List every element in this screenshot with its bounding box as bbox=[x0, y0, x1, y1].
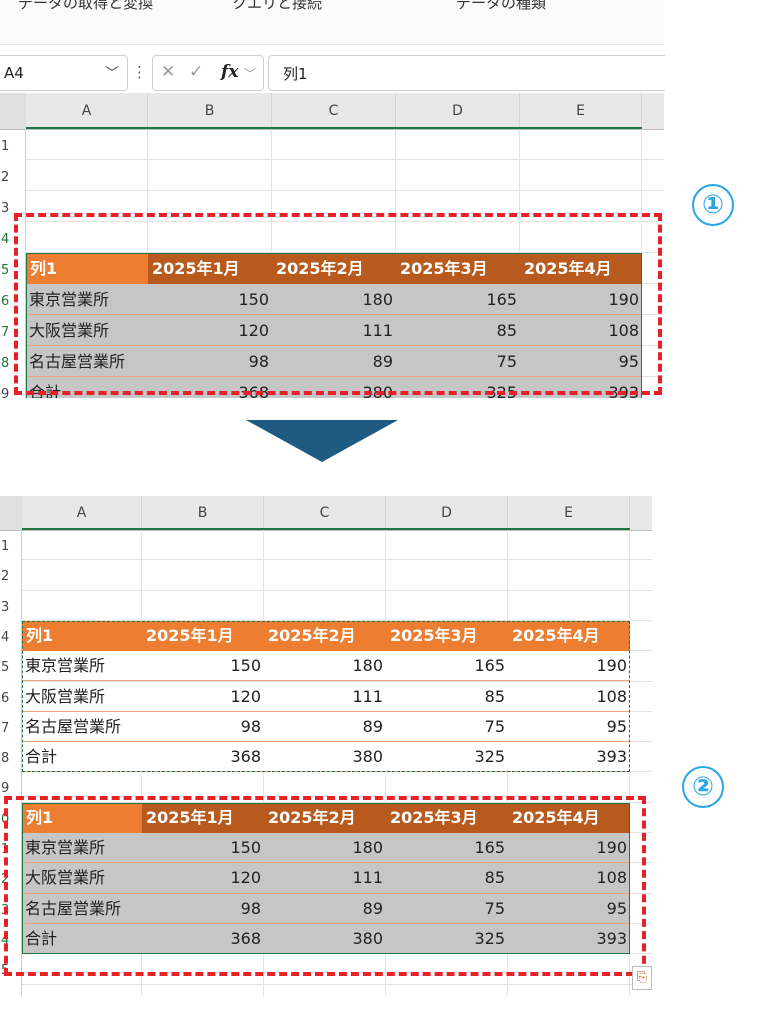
table-cell[interactable]: 85 bbox=[386, 681, 508, 712]
chevron-down-icon[interactable]: ﹀ bbox=[244, 65, 256, 82]
formula-buttons: ✕ ✓ fx ﹀ bbox=[152, 55, 264, 91]
table-cell[interactable]: 368 bbox=[142, 742, 264, 773]
column-selection-indicator bbox=[26, 127, 642, 129]
column-header-a[interactable]: A bbox=[22, 496, 142, 530]
down-arrow bbox=[246, 420, 398, 462]
table-header-cell[interactable]: 2025年4月 bbox=[508, 620, 630, 652]
formula-bar: A4 ﹀ ⋮ ✕ ✓ fx ﹀ 列1 bbox=[0, 55, 665, 91]
column-header-e[interactable]: E bbox=[520, 93, 642, 129]
table-cell[interactable]: 150 bbox=[142, 651, 264, 682]
row-header[interactable]: 8 bbox=[0, 742, 22, 772]
table-cell[interactable]: 75 bbox=[386, 711, 508, 743]
table-cell[interactable]: 111 bbox=[264, 681, 386, 712]
column-selection-indicator bbox=[22, 528, 630, 530]
formula-input[interactable]: 列1 bbox=[268, 55, 665, 91]
formula-value: 列1 bbox=[283, 65, 308, 83]
table-header-cell[interactable]: 2025年3月 bbox=[386, 620, 508, 652]
table-cell[interactable]: 名古屋営業所 bbox=[22, 711, 142, 743]
marker-one: ① bbox=[692, 184, 734, 226]
table-cell[interactable]: 108 bbox=[508, 681, 630, 712]
row-header[interactable]: 2 bbox=[0, 560, 22, 590]
table-cell[interactable]: 98 bbox=[142, 711, 264, 743]
row-header[interactable]: 7 bbox=[0, 712, 22, 742]
table-cell[interactable]: 325 bbox=[386, 742, 508, 773]
select-all-corner[interactable] bbox=[0, 496, 23, 530]
row-header[interactable]: 6 bbox=[0, 682, 22, 712]
row-header[interactable]: 1 bbox=[0, 530, 22, 560]
ribbon-strip: データの取得と変換 クエリと接続 データの種類 bbox=[0, 0, 664, 45]
column-header-e[interactable]: E bbox=[508, 496, 630, 530]
table-cell[interactable]: 120 bbox=[142, 681, 264, 712]
cancel-icon[interactable]: ✕ bbox=[161, 62, 175, 82]
ribbon-group-data-types[interactable]: データの種類 bbox=[456, 0, 546, 13]
table-cell[interactable]: 180 bbox=[264, 651, 386, 682]
enter-check-icon[interactable]: ✓ bbox=[189, 62, 203, 82]
select-all-corner[interactable] bbox=[0, 93, 27, 129]
table-header-cell[interactable]: 2025年2月 bbox=[264, 620, 386, 652]
table-cell[interactable]: 89 bbox=[264, 711, 386, 743]
column-header-b[interactable]: B bbox=[142, 496, 264, 530]
table-cell[interactable]: 393 bbox=[508, 742, 630, 773]
table-header-cell[interactable]: 列1 bbox=[22, 620, 142, 652]
table-cell[interactable]: 95 bbox=[508, 711, 630, 743]
marker-two: ② bbox=[682, 766, 724, 808]
column-header-c[interactable]: C bbox=[272, 93, 396, 129]
gridline-row bbox=[26, 190, 664, 191]
table-cell[interactable]: 165 bbox=[386, 651, 508, 682]
name-box[interactable]: A4 ﹀ bbox=[0, 55, 128, 91]
paste-options-icon[interactable]: ⎘ bbox=[632, 966, 652, 990]
table-cell[interactable]: 190 bbox=[508, 651, 630, 682]
column-header-c[interactable]: C bbox=[264, 496, 386, 530]
gridline-row bbox=[22, 559, 652, 561]
highlight-box-1 bbox=[14, 213, 662, 395]
column-header-b[interactable]: B bbox=[148, 93, 272, 129]
table-cell[interactable]: 380 bbox=[264, 742, 386, 773]
row-header[interactable]: 5 bbox=[0, 651, 22, 681]
table-cell[interactable]: 大阪営業所 bbox=[22, 681, 142, 712]
insert-function-icon[interactable]: fx bbox=[221, 62, 238, 82]
table-cell[interactable]: 合計 bbox=[22, 742, 142, 773]
gridline-row bbox=[26, 159, 664, 160]
chevron-down-icon[interactable]: ﹀ bbox=[105, 63, 119, 83]
column-header-d[interactable]: D bbox=[386, 496, 508, 530]
ribbon-group-get-transform[interactable]: データの取得と変換 bbox=[18, 0, 153, 13]
highlight-box-2 bbox=[4, 796, 646, 976]
column-header-a[interactable]: A bbox=[26, 93, 148, 129]
row-header[interactable]: 4 bbox=[0, 621, 22, 651]
column-header-d[interactable]: D bbox=[396, 93, 520, 129]
more-icon: ⋮ bbox=[132, 63, 147, 81]
ribbon-group-queries[interactable]: クエリと接続 bbox=[232, 0, 322, 13]
row-header[interactable]: 1 bbox=[0, 129, 26, 160]
table-header-cell[interactable]: 2025年1月 bbox=[142, 620, 264, 652]
name-box-value: A4 bbox=[4, 64, 24, 82]
row-header[interactable]: 2 bbox=[0, 160, 26, 191]
gridline-row bbox=[22, 589, 652, 591]
gridline-row bbox=[22, 983, 652, 985]
table-cell[interactable]: 東京営業所 bbox=[22, 651, 142, 682]
row-header[interactable]: 3 bbox=[0, 591, 22, 621]
